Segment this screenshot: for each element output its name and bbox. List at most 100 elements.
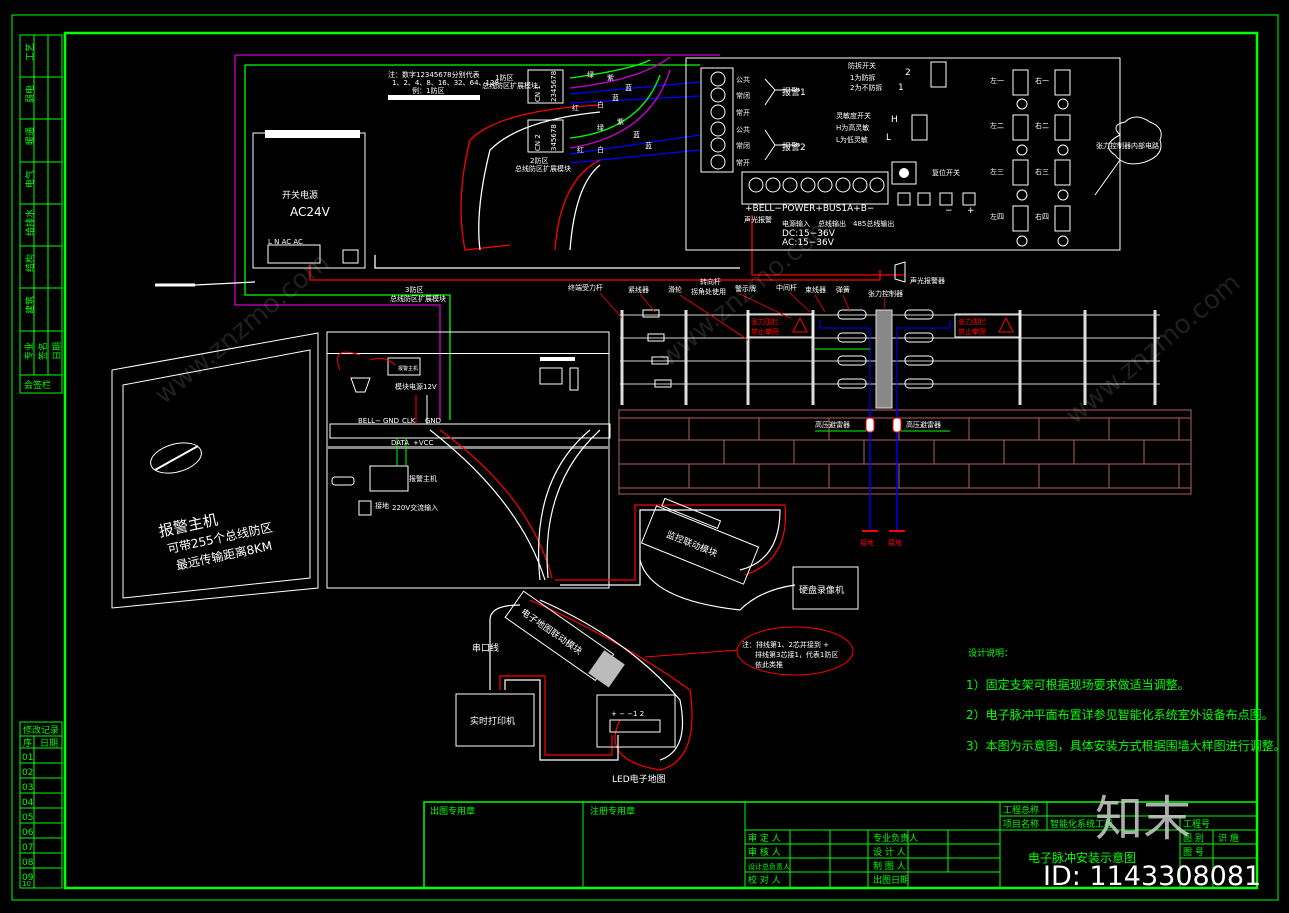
stamp-label: 注册专用章	[590, 805, 635, 817]
alarm-host-cabinet: 报警主机 模块电源12V BELL− GND CLK GND DATA +VCC…	[326, 331, 611, 589]
channel-label: 右四	[1035, 212, 1049, 221]
strip-header: 日期	[52, 342, 63, 360]
design-note: 2）电子脉冲平面布置详参见智能化系统室外设备布点图。	[966, 707, 1274, 722]
sens-l1: H为高灵敏	[836, 123, 869, 132]
revision-col: 日期	[40, 738, 58, 749]
rs485-label: 485总线输出	[853, 219, 894, 228]
revision-col: 序	[23, 737, 32, 749]
wire-label: 白	[597, 145, 604, 154]
module-name: 总线防区扩展模块	[482, 81, 538, 90]
power-terminals: L N AC AC	[268, 238, 303, 246]
discipline: 电气	[24, 170, 36, 188]
strip-header: 签名	[37, 342, 49, 360]
power-voltage: AC24V	[290, 205, 331, 219]
warning-sign-text: 禁止攀爬	[751, 327, 779, 336]
module-pins: 345678	[550, 124, 558, 151]
keypad-label: 报警主机	[409, 474, 437, 483]
ground-label: 接地	[888, 538, 902, 547]
watermark-logo: 知末	[1095, 791, 1191, 847]
signoff-label: 设计总负责人	[748, 862, 790, 871]
fence-label: 张力控制器	[868, 289, 903, 298]
module-name: 总线防区扩展模块	[515, 164, 571, 173]
signoff-label: 校 对 人	[748, 874, 781, 886]
discipline-labels: 工艺 弱电 暖通 电气 给排水 结构 建筑 专业 签名 日期 会签栏	[23, 43, 63, 391]
revision-row: 08	[22, 858, 34, 868]
bell-label: 声光报警	[744, 215, 772, 224]
warning-sign-text: 张力围栏	[958, 317, 986, 326]
revision-row: 06	[22, 828, 34, 838]
note-line: 注：排线第1、2芯并接到 +	[742, 640, 829, 649]
signoff-label: 设 计 人	[873, 846, 906, 858]
module-zone: 3防区	[405, 285, 423, 294]
tamper-n2: 2	[905, 68, 911, 78]
alarm-host-door: 报警主机 可带255个总线防区 最远传输距离8KM	[111, 332, 319, 609]
note-line: 依此类推	[755, 660, 783, 669]
module-pins: 2345678	[550, 71, 558, 102]
relay-label: 常开	[736, 108, 750, 117]
wire-label: 紫	[607, 74, 614, 82]
revision-row: 07	[22, 843, 33, 853]
cabinet-terminal: GND	[383, 417, 399, 425]
module-zone: 1防区	[495, 73, 513, 82]
cabinet-terminal: GND	[425, 417, 441, 425]
wire-label: 绿	[587, 70, 594, 79]
led-terminals: + − −1 2	[611, 710, 644, 718]
design-notes-title: 设计说明：	[968, 647, 1013, 659]
wire-label: 红	[577, 145, 584, 154]
note-line: 注：数字12345678分别代表	[388, 70, 480, 79]
reset-label: 复位开关	[932, 168, 960, 177]
fence-label: 转向杆	[700, 277, 721, 286]
audible-visual-alarm: 声光报警器	[894, 261, 945, 285]
fence-label: 紧线器	[628, 285, 649, 294]
channel-label: 左四	[990, 212, 1004, 221]
warning-sign-text: 禁止攀爬	[958, 327, 986, 336]
led-map-terminal: + − −1 2 LED电子地图	[596, 694, 676, 785]
discipline: 暖通	[24, 127, 36, 145]
printer-label: 实时打印机	[470, 715, 515, 727]
cabinet-label: 报警主机	[398, 365, 418, 372]
power-title: 开关电源	[282, 189, 318, 201]
ac220-label: 220V交流输入	[392, 503, 438, 512]
cloud-label: 张力控制器内部电路	[1096, 141, 1159, 150]
note-bubble: 注：排线第1、2芯并接到 + 排线第3芯接1，代表1防区 依此类推	[644, 626, 854, 676]
dvr-label: 硬盘录像机	[799, 584, 844, 596]
wire-label: 红	[572, 103, 579, 112]
lightning-arresters: 高压避雷器 高压避雷器 接地 接地	[815, 408, 950, 547]
wire-label: 白	[597, 100, 604, 109]
watermark-site: www.znzmo.com	[1060, 268, 1246, 431]
arrester-label: 高压避雷器	[815, 420, 850, 429]
revision-row: 10	[22, 880, 31, 888]
module-cn: CN 2	[534, 134, 542, 151]
warning-sign-text: 张力围栏	[751, 317, 779, 326]
wire-label: 蓝	[633, 130, 640, 139]
cabinet-terminal: DATA	[391, 439, 409, 447]
minus-label: −	[945, 206, 953, 216]
channel-label: 右二	[1035, 121, 1049, 130]
wire-label: 紫	[617, 118, 624, 126]
tension-fence: 张力围栏 禁止攀爬 张力围栏 禁止攀爬 终端受力杆 紧线器 滑轮 转向杆 拐角处…	[568, 277, 1160, 410]
project-name-label: 项目名称	[1003, 818, 1039, 830]
zone-module-3-label: 3防区 总线防区扩展模块	[390, 285, 446, 303]
relay-label: 常开	[736, 158, 750, 167]
watermark-id: ID: 1143308081	[1043, 861, 1261, 892]
arrester-label: 高压避雷器	[906, 420, 941, 429]
tamper-n1: 1	[898, 83, 904, 93]
revision-row: 01	[22, 753, 33, 763]
cabinet-terminal: +VCC	[413, 439, 434, 447]
project-total-label: 工程总称	[1003, 804, 1039, 816]
cad-drawing-canvas: 工艺 弱电 暖通 电气 给排水 结构 建筑 专业 签名 日期 会签栏 修改记录 …	[0, 0, 1289, 913]
signoff-label: 出图日期	[873, 874, 909, 886]
module-name: 总线防区扩展模块	[390, 294, 446, 303]
ground-label: 接地	[860, 538, 874, 547]
channel-label: 左一	[990, 76, 1004, 85]
alarm2-label: 报警2	[782, 141, 806, 153]
brick-wall	[618, 409, 1192, 495]
siren-label: 声光报警器	[910, 276, 945, 285]
relay-label: 公共	[736, 125, 750, 134]
cabinet-terminal: BELL−	[358, 417, 381, 425]
design-notes: 设计说明： 1）固定支架可根据现场要求做适当调整。 2）电子脉冲平面布置详参见智…	[966, 647, 1286, 753]
discipline: 建筑	[24, 296, 36, 314]
note-line: 例：1防区	[412, 86, 444, 95]
cctv-module-label: 监控联动模块	[665, 528, 720, 559]
note-line: 排线第3芯接1，代表1防区	[755, 650, 838, 659]
